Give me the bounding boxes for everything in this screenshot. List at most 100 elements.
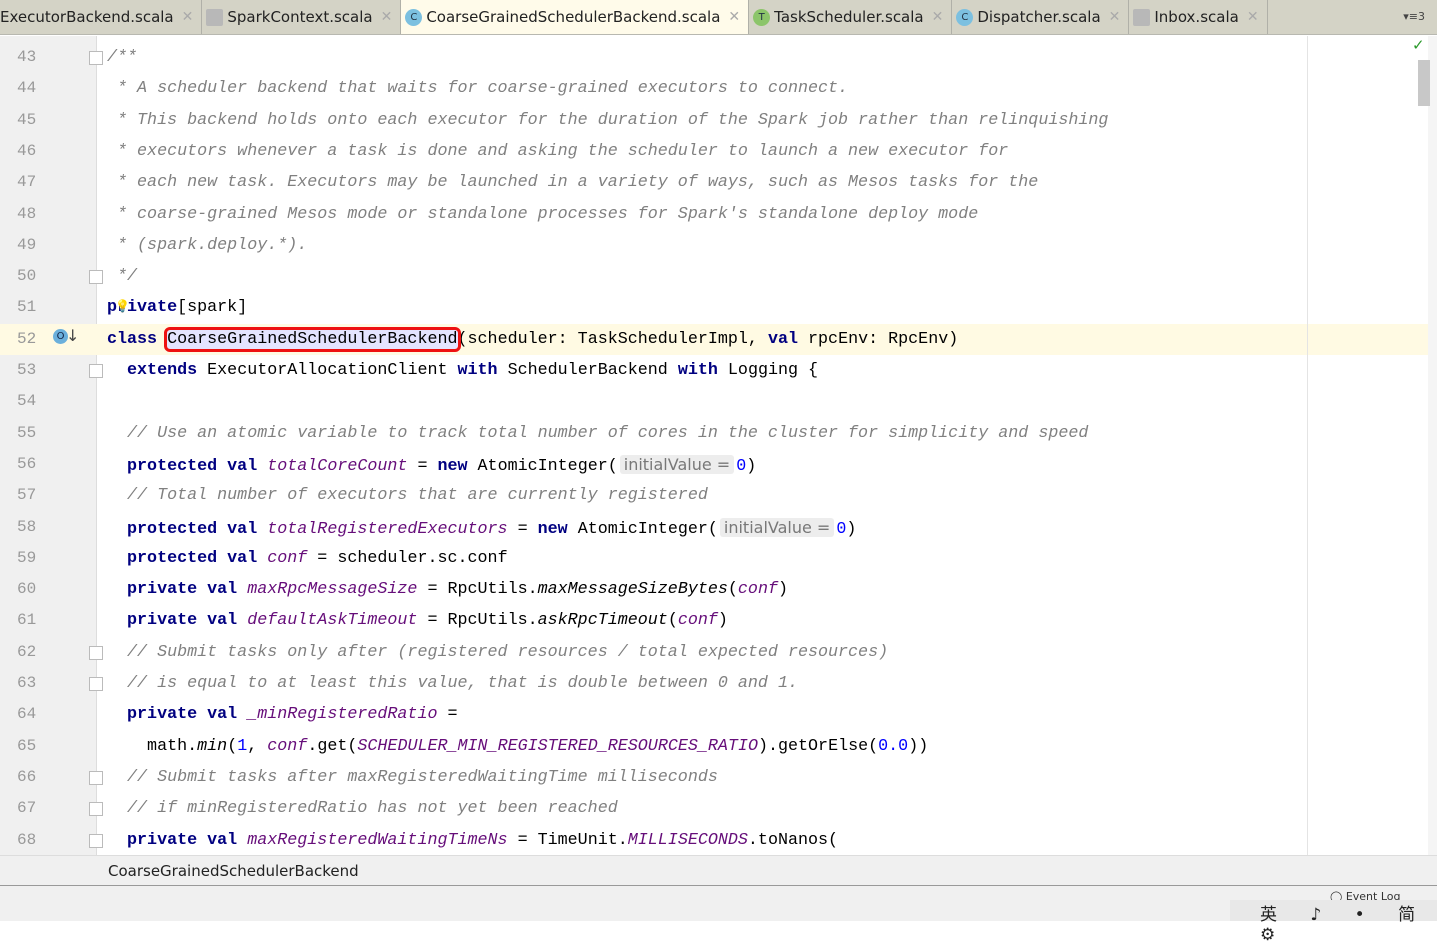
line-number: 57 — [17, 486, 37, 505]
code-token: maxRegisteredWaitingTimeNs — [247, 830, 508, 850]
tab-taskscheduler[interactable]: T TaskScheduler.scala ✕ — [749, 0, 953, 34]
code-token: AtomicInteger( — [477, 456, 618, 476]
line-number: 62 — [17, 642, 37, 661]
code-token: conf — [677, 611, 718, 631]
code-token: askRpcTimeout — [537, 611, 668, 631]
code-token: = TimeUnit. — [507, 830, 628, 850]
code-line: private val defaultAskTimeout = RpcUtils… — [97, 605, 1428, 636]
code-token: /** — [107, 48, 138, 67]
line-number: 46 — [17, 141, 37, 160]
parameter-hint: initialValue = — [619, 454, 735, 474]
line-number: 48 — [17, 204, 37, 223]
code-token: class — [107, 329, 168, 349]
code-line: * (spark.deploy.*). — [97, 230, 1428, 261]
parameter-hint: initialValue = — [719, 517, 835, 537]
code-token: private val — [107, 830, 248, 850]
lightbulb-icon[interactable]: 💡 — [115, 292, 130, 323]
code-token: ( — [227, 736, 238, 756]
code-line: * coarse-grained Mesos mode or standalon… — [97, 199, 1428, 230]
code-token: conf — [267, 548, 308, 568]
status-bar — [0, 886, 1437, 921]
code-line: protected val conf = scheduler.sc.conf — [97, 543, 1428, 574]
code-token: 1 — [237, 736, 248, 756]
breadcrumb: CoarseGrainedSchedulerBackend — [0, 855, 1437, 886]
line-number: 56 — [17, 454, 37, 473]
code-token: conf — [737, 580, 778, 600]
close-tab-icon[interactable]: ✕ — [932, 9, 944, 25]
code-token: totalCoreCount — [267, 456, 408, 476]
line-number: 52 — [0, 323, 97, 355]
code-token: protected val — [107, 456, 268, 476]
code-token: val — [767, 329, 809, 349]
close-tab-icon[interactable]: ✕ — [1247, 9, 1259, 25]
line-number: 53 — [17, 361, 37, 379]
tab-executorbackend[interactable]: ExecutorBackend.scala ✕ — [0, 0, 203, 34]
code-token: with — [677, 361, 728, 380]
breadcrumb-item[interactable]: CoarseGrainedSchedulerBackend — [108, 862, 359, 880]
code-token: ( — [667, 611, 678, 631]
code-token: ) — [846, 519, 857, 539]
inspection-ok-icon[interactable]: ✓ — [1412, 36, 1425, 54]
code-token: // is equal to at least this value, that… — [107, 674, 798, 693]
code-token: with — [457, 361, 508, 380]
code-token: .get( — [307, 736, 358, 756]
code-token: ( — [727, 580, 738, 600]
line-number: 55 — [17, 423, 37, 442]
code-line: * executors whenever a task is done and … — [97, 136, 1428, 167]
code-token: min — [197, 736, 228, 756]
code-token: ) — [746, 456, 757, 476]
scala-file-icon — [1133, 8, 1151, 26]
code-line: private val _minRegisteredRatio = — [97, 699, 1428, 730]
tab-label: TaskScheduler.scala — [774, 8, 924, 26]
line-number: 65 — [17, 736, 37, 755]
gutter: 43 44 45 46 47 48 49 50 51 52 O ↓ 53 54 55 56 57 58 59 60 61… — [0, 36, 103, 855]
ime-toolbar[interactable]: 英 ♪ • 简 ⚙ — [1230, 900, 1437, 945]
code-token: SCHEDULER_MIN_REGISTERED_RESOURCES_RATIO — [357, 736, 758, 756]
code-token: Logging { — [727, 361, 819, 380]
tab-sparkcontext[interactable]: SparkContext.scala ✕ — [202, 0, 402, 34]
close-tab-icon[interactable]: ✕ — [381, 9, 393, 25]
code-line: extends ExecutorAllocationClient with Sc… — [97, 355, 1428, 386]
line-number: 61 — [17, 611, 37, 630]
code-token: totalRegisteredExecutors — [267, 519, 508, 539]
code-token: * coarse-grained Mesos mode or standalon… — [107, 204, 979, 224]
vertical-scrollbar[interactable] — [1428, 36, 1437, 855]
code-token: private val — [107, 705, 248, 725]
code-token: ExecutorAllocationClient — [207, 361, 458, 380]
code-token: * (spark.deploy.*). — [107, 235, 308, 255]
close-tab-icon[interactable]: ✕ — [182, 9, 194, 25]
code-token: new — [437, 456, 478, 476]
line-number: 64 — [17, 705, 37, 724]
close-tab-icon[interactable]: ✕ — [1109, 9, 1121, 25]
code-line: * This backend holds onto each executor … — [97, 105, 1428, 136]
code-token: // Submit tasks after maxRegisteredWaiti… — [107, 767, 718, 787]
scala-class-icon: C — [405, 8, 423, 26]
tab-inbox[interactable]: Inbox.scala ✕ — [1129, 0, 1268, 34]
line-number: 59 — [17, 548, 37, 567]
code-token: SchedulerBackend — [507, 361, 678, 380]
code-line: private val maxRegisteredWaitingTimeNs =… — [97, 825, 1428, 856]
code-token: * This backend holds onto each executor … — [107, 110, 1109, 130]
code-token: = RpcUtils. — [417, 580, 538, 600]
line-number: 63 — [17, 674, 37, 692]
line-number: 58 — [17, 517, 37, 536]
code-token: = RpcUtils. — [417, 611, 538, 631]
code-token: , — [247, 736, 268, 756]
close-tab-icon[interactable]: ✕ — [728, 9, 740, 25]
code-token: defaultAskTimeout — [247, 611, 418, 631]
tab-dispatcher[interactable]: C Dispatcher.scala ✕ — [952, 0, 1130, 34]
code-token: */ — [107, 267, 138, 287]
code-token: extends — [127, 361, 208, 380]
tab-coarsegrainedschedulerbackend[interactable]: C CoarseGrainedSchedulerBackend.scala ✕ — [401, 0, 750, 34]
scrollbar-thumb[interactable] — [1418, 60, 1430, 106]
highlighted-class-name[interactable]: CoarseGrainedSchedulerBackend — [164, 326, 461, 352]
code-editor[interactable]: /** * A scheduler backend that waits for… — [97, 36, 1428, 855]
editor-tab-bar: ExecutorBackend.scala ✕ SparkContext.scala… — [0, 0, 1437, 35]
tab-list-dropdown[interactable]: ▾≡3 — [1403, 0, 1437, 34]
tab-label: Inbox.scala — [1154, 8, 1239, 26]
code-token: = — [507, 519, 538, 539]
code-token: [spark] — [177, 298, 248, 318]
code-token: * executors whenever a task is done and … — [107, 141, 1009, 161]
line-number: 45 — [17, 110, 37, 129]
